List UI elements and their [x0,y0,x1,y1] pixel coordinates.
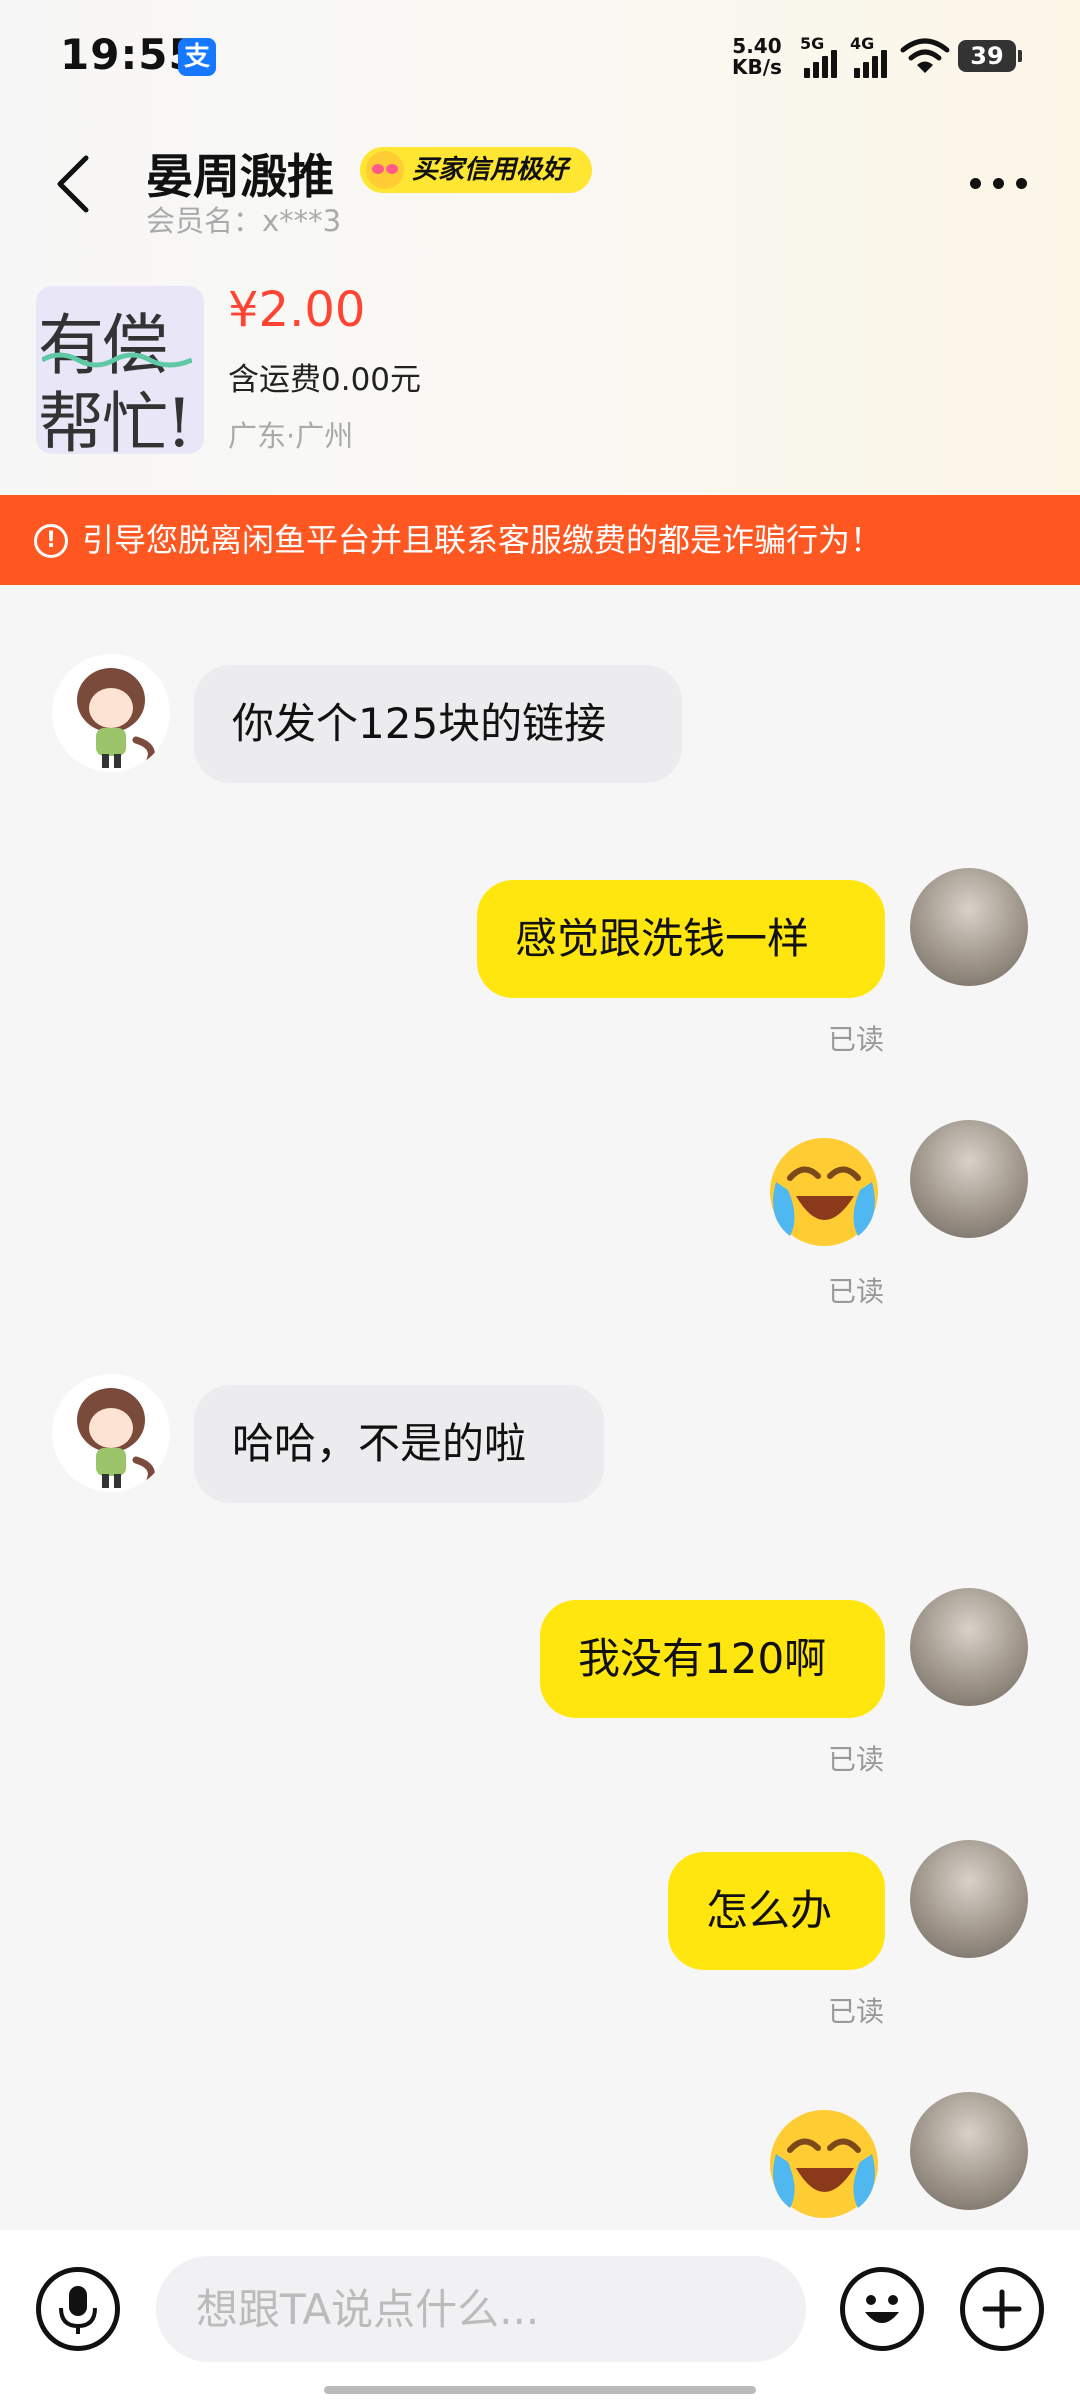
fraud-warning-banner: ! 引导您脱离闲鱼平台并且联系客服缴费的都是诈骗行为！ [0,495,1080,585]
read-status: 已读 [828,1995,885,2028]
my-avatar[interactable] [910,1588,1028,1706]
message-input[interactable] [156,2256,806,2362]
product-price: ¥2.00 [228,282,366,338]
alipay-icon: 支 [178,38,216,76]
my-avatar[interactable] [910,2092,1028,2210]
microphone-icon[interactable] [36,2267,120,2351]
credit-badge-label: 买家信用极好 [412,155,569,185]
product-thumbnail[interactable]: 有偿 帮忙! [36,286,204,454]
product-location: 广东·广州 [228,419,354,453]
input-bar [0,2230,1080,2400]
contact-name: 晏周溵推 [146,150,334,205]
signal-5g-icon: 5G [800,34,850,78]
crying-laughing-emoji-icon[interactable] [764,1132,884,1252]
message-bubble[interactable]: 我没有120啊 [540,1600,885,1718]
warning-icon: ! [34,524,68,558]
home-indicator[interactable] [324,2386,756,2394]
net-speed-value: 5.40 [732,34,782,58]
credit-badge[interactable]: 买家信用极好 [360,147,593,193]
warning-text: 引导您脱离闲鱼平台并且联系客服缴费的都是诈骗行为！ [82,521,883,559]
net-speed-unit: KB/s [732,55,782,79]
my-avatar[interactable] [910,1120,1028,1238]
back-icon[interactable] [50,152,98,216]
more-options-icon[interactable] [970,178,1027,189]
message-bubble[interactable]: 你发个125块的链接 [194,665,682,783]
seller-avatar[interactable] [52,1374,170,1492]
message-bubble[interactable]: 哈哈，不是的啦 [194,1385,604,1503]
battery-icon: 39 [958,40,1022,72]
wifi-icon [900,38,950,73]
my-avatar[interactable] [910,868,1028,986]
crying-laughing-emoji-icon[interactable] [764,2104,884,2224]
status-bar: 19:55 支 5.40 KB/s 5G 4G 39 [0,0,1080,110]
badge-face-icon [366,151,404,189]
thumb-text-line2: 帮忙! [38,385,193,454]
read-status: 已读 [828,1023,885,1056]
emoji-icon[interactable] [840,2267,924,2351]
read-status: 已读 [828,1275,885,1308]
add-icon[interactable] [960,2267,1044,2351]
my-avatar[interactable] [910,1840,1028,1958]
seller-avatar[interactable] [52,654,170,772]
message-bubble[interactable]: 感觉跟洗钱一样 [477,880,885,998]
thumb-wave-decoration [42,352,192,368]
member-name: 会员名：x***3 [146,204,342,238]
net-speed: 5.40 KB/s [732,36,782,78]
product-shipping: 含运费0.00元 [228,362,422,398]
message-bubble[interactable]: 怎么办 [668,1852,885,1970]
signal-4g-icon: 4G [850,34,900,78]
read-status: 已读 [828,1743,885,1776]
